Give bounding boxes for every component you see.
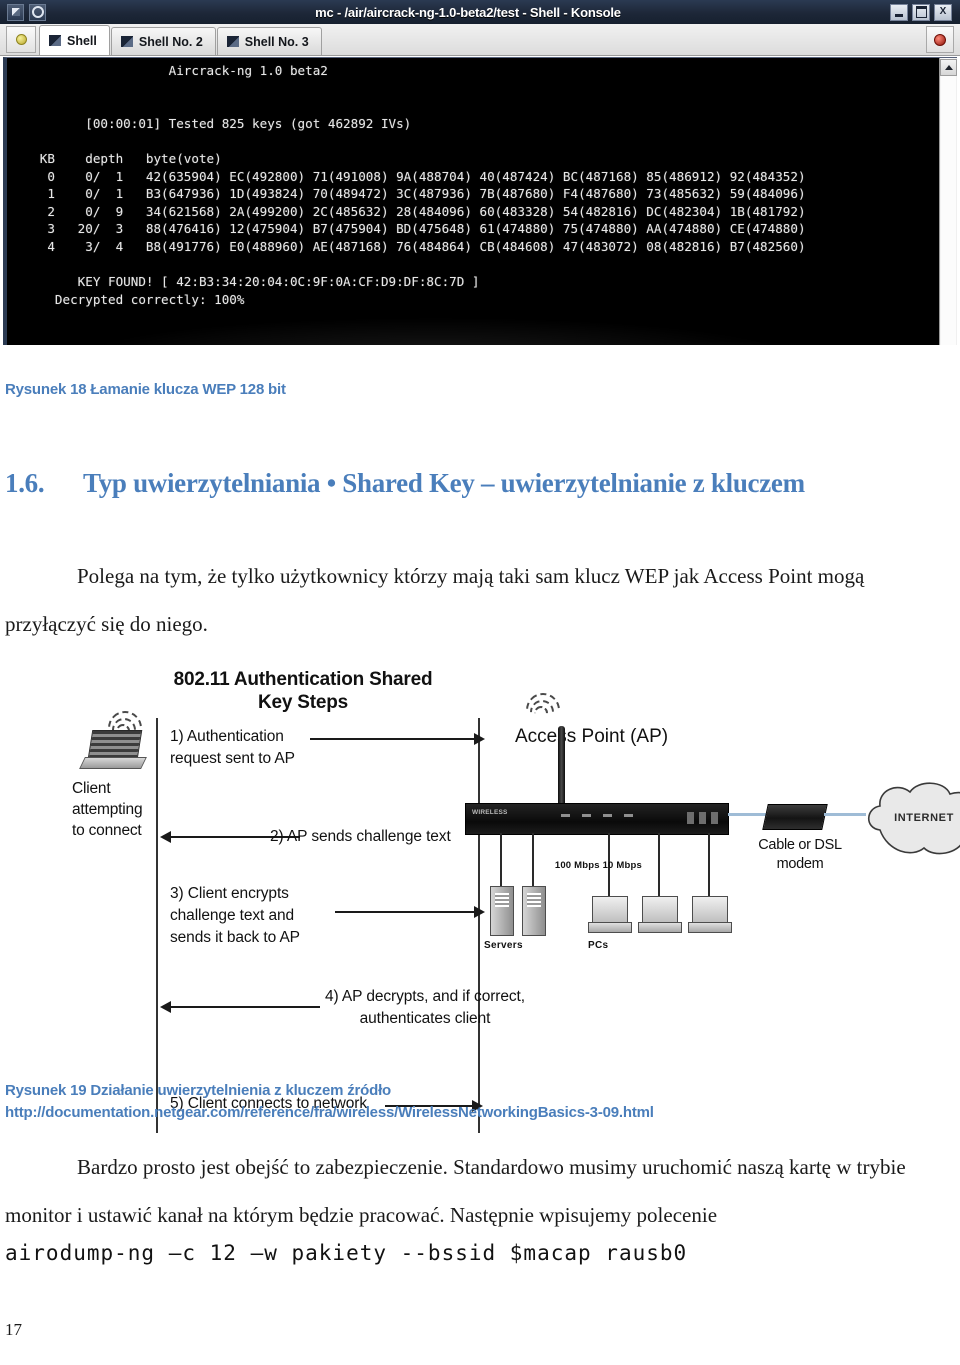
figure-19-source-url: http://documentation.netgear.com/referen… [5,1103,654,1121]
tab-label: Shell No. 2 [138,34,203,49]
server-icon [490,886,514,936]
client-laptop-icon [79,730,147,772]
paragraph-1: Polega na tym, że tylko użytkownicy któr… [5,564,865,636]
pc-icon [638,896,682,934]
titlebar-left-icons [4,3,46,21]
step-4-label: 4) AP decrypts, and if correct, authenti… [325,988,525,1027]
section-heading: 1.6. Typ uwierzytelniania • Shared Key –… [5,468,885,499]
document-page: Rysunek 18 Łamanie klucza WEP 128 bit 1.… [0,348,960,1365]
konsole-app-icon [29,3,46,21]
tab-shell[interactable]: Shell [39,25,110,55]
pc-icon [588,896,632,934]
step-3-arrow-icon [335,906,485,918]
terminal-icon [226,36,239,47]
window-controls: X [890,3,956,21]
scrollbar-track[interactable] [941,76,956,345]
section-number: 1.6. [5,468,45,498]
window-titlebar: mc - /air/aircrack-ng-1.0-beta2/test - S… [0,0,960,24]
record-icon [934,33,946,46]
tab-label: Shell [67,33,97,48]
lan-link-server [500,833,502,887]
lan-link-pc-3 [708,833,710,897]
internet-cloud-icon: INTERNET [860,778,960,860]
terminal-frame: Aircrack-ng 1.0 beta2 [00:00:01] Tested … [3,57,957,345]
ap-antenna-icon [558,726,565,804]
new-session-icon [15,34,27,45]
new-tab-button[interactable] [6,26,36,53]
window-title: mc - /air/aircrack-ng-1.0-beta2/test - S… [315,4,621,20]
server-icon [522,886,546,936]
tab-label: Shell No. 3 [244,34,309,49]
access-point-device-icon: WIRELESS [465,803,729,835]
close-session-button[interactable] [926,26,954,53]
minimize-button[interactable] [890,3,908,21]
access-point-label: Access Point (AP) [515,726,669,747]
paragraph-2: Bardzo prosto jest obejść to zabezpiecze… [5,1155,906,1227]
internet-label: INTERNET [894,812,954,824]
tab-shell-no-2[interactable]: Shell No. 2 [110,27,216,55]
tab-bar: Shell Shell No. 2 Shell No. 3 [0,24,960,56]
step-1-label: 1) Authentication request sent to AP [170,728,295,767]
step-3-label: 3) Client encrypts challenge text and se… [170,885,300,946]
ap-signal-waves-icon [518,685,570,735]
client-label: Client attempting to connect [72,780,143,839]
cable-modem-icon [762,804,828,830]
terminal-screen[interactable]: Aircrack-ng 1.0 beta2 [00:00:01] Tested … [7,58,939,345]
lan-link-pc-2 [658,833,660,897]
command-line-text: airodump-ng –c 12 –w pakiety --bssid $ma… [5,1241,688,1265]
ap-lifeline [478,718,480,1133]
scroll-up-arrow-icon[interactable] [940,59,957,76]
pc-icon [688,896,732,934]
section-title: Typ uwierzytelniania • Shared Key – uwie… [83,468,805,498]
aircrack-output: Aircrack-ng 1.0 beta2 [00:00:01] Tested … [39,63,806,307]
servers-label: Servers [484,940,523,951]
page-number: 17 [5,1320,22,1339]
step-2-label: 2) AP sends challenge text [270,828,451,845]
terminal-scrollbar[interactable] [939,58,957,345]
shared-key-authentication-diagram: 802.11 Authentication Shared Key Steps C… [60,668,960,1133]
figure-19-caption-line-1: Rysunek 19 Działanie uwierzytelnienia z … [5,1082,391,1099]
client-lifeline [156,718,158,1133]
ap-leds-icon [561,814,633,817]
tab-shell-no-3[interactable]: Shell No. 3 [216,27,322,55]
step-4-arrow-icon [160,1001,320,1013]
ap-device-text: WIRELESS [472,809,508,816]
window-menu-icon[interactable] [7,3,24,21]
diagram-title: 802.11 Authentication Shared Key Steps [173,669,433,713]
terminal-icon [49,35,61,46]
konsole-window-screenshot: mc - /air/aircrack-ng-1.0-beta2/test - S… [0,0,960,348]
ap-ports-icon [687,812,718,824]
figure-19-caption: Rysunek 19 Działanie uwierzytelnienia z … [5,1080,885,1124]
figure-18-caption: Rysunek 18 Łamanie klucza WEP 128 bit [5,381,286,398]
maximize-button[interactable] [912,3,930,21]
step-1-arrow-icon [310,733,485,745]
ethernet-cable-left [728,813,766,816]
pcs-label: PCs [588,940,609,951]
lan-speed-label: 100 Mbps 10 Mbps [554,860,642,871]
terminal-icon [120,36,133,47]
modem-label: Cable or DSL modem [758,837,842,872]
close-button[interactable]: X [934,3,952,21]
